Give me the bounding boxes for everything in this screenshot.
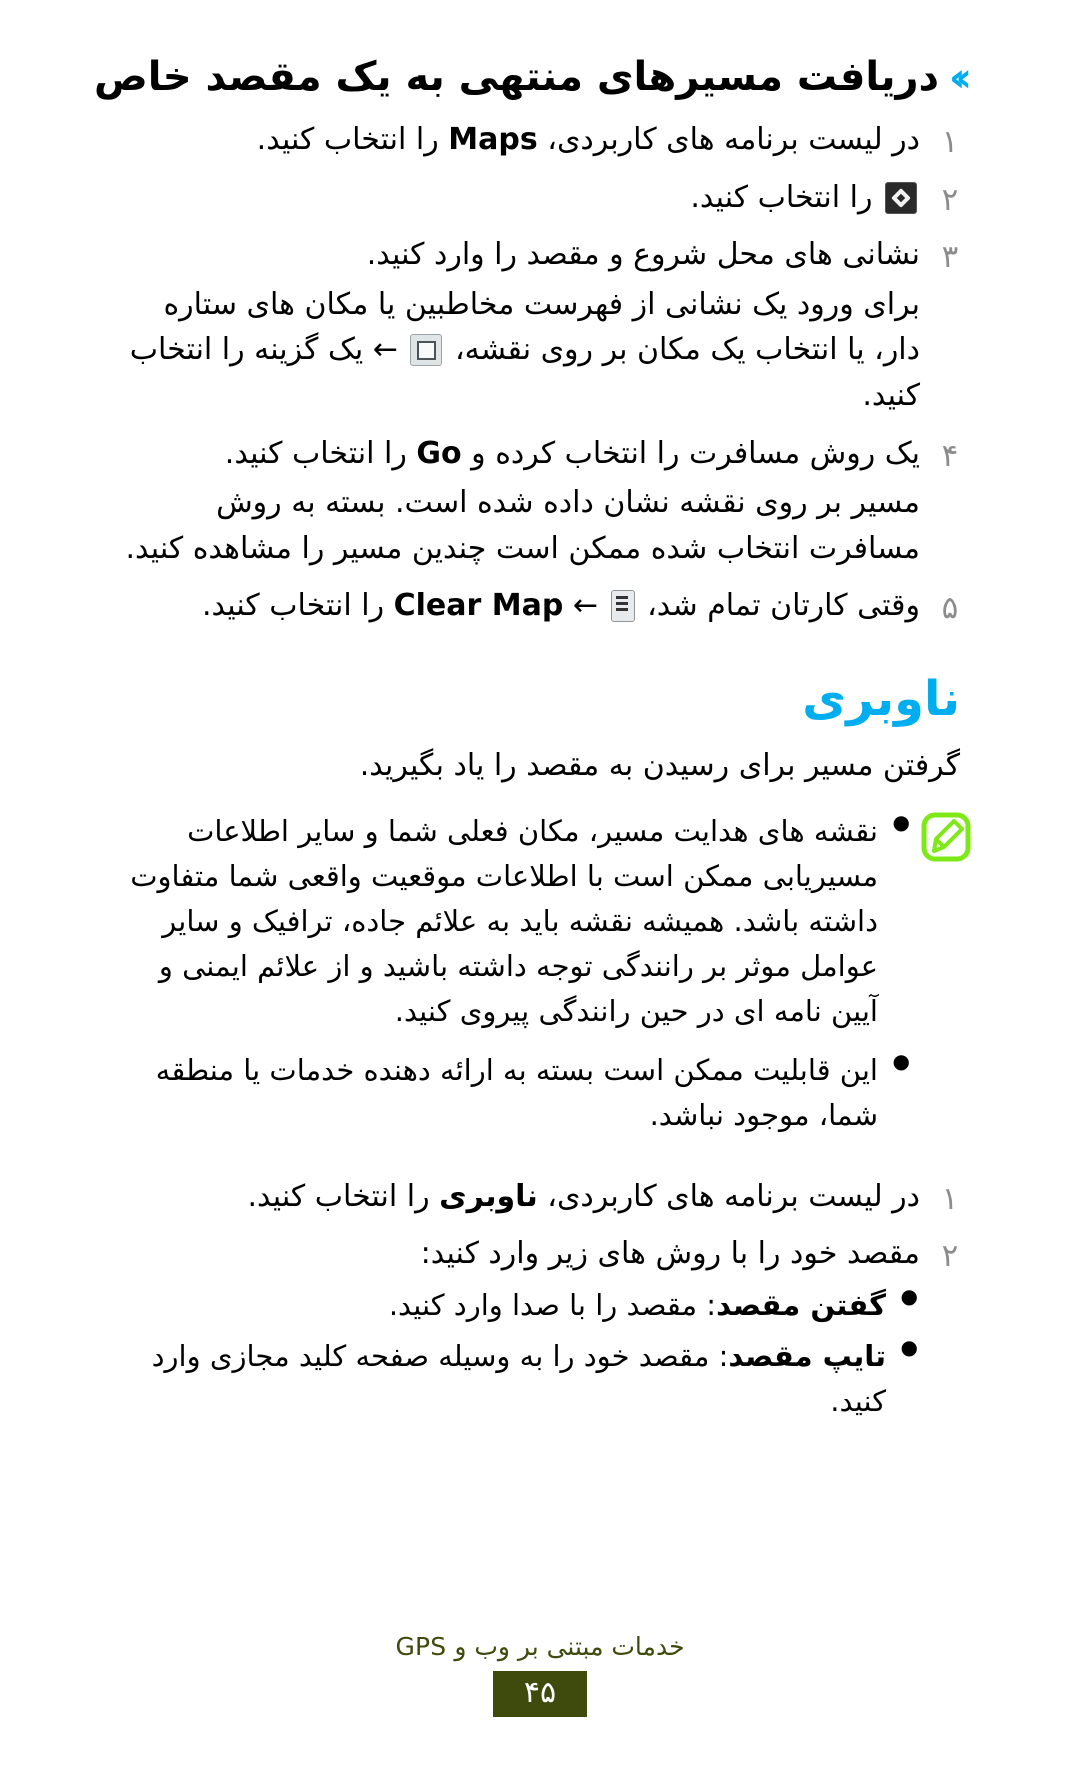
note-block: نقشه های هدایت مسیر، مکان فعلی شما و سای…	[0, 789, 1080, 1152]
step-bold-term[interactable]: Go	[416, 431, 461, 477]
step-item: ۲ مقصد خود را با روش های زیر وارد کنید: …	[0, 1231, 1080, 1429]
sub-item-label: تایپ مقصد	[728, 1338, 886, 1373]
step-number: ۲	[941, 1238, 959, 1275]
navigation-steps-list: ۱ در لیست برنامه های کاربردی، ناوبری را …	[0, 1174, 1080, 1430]
step-text-before: در لیست برنامه های کاربردی،	[547, 1178, 920, 1214]
chevron-double-left-icon: ››	[949, 55, 972, 101]
note-item: این قابلیت ممکن است بسته به ارائه دهنده …	[120, 1046, 912, 1152]
step-note-block: مسیر بر روی نقشه نشان داده شده است. بسته…	[120, 476, 920, 571]
step-text-before: مقصد خود را با روش های زیر وارد کنید:	[420, 1236, 920, 1272]
step-text-before: در لیست برنامه های کاربردی،	[547, 122, 920, 157]
footer-chapter-title: خدمات مبتنی بر وب و GPS	[395, 1631, 685, 1661]
step-note-line-2: شده ممکن است چندین مسیر را مشاهده کنید.	[125, 530, 708, 566]
menu-options-icon[interactable]	[610, 590, 635, 623]
manual-page: ››دریافت مسیرهای منتهی به یک مقصد خاص ۱ …	[0, 0, 1080, 1771]
step-number: ۴	[941, 437, 959, 474]
section-heading-navigation: ناوبری	[802, 670, 960, 727]
step-number: ۱	[941, 1180, 959, 1217]
navigation-arrow-icon[interactable]	[885, 181, 917, 214]
step-number: ۳	[941, 239, 959, 276]
step-extra-arrow: ←	[372, 332, 398, 368]
step-arrow: ←	[572, 588, 598, 624]
page-number-badge: ۴۵	[493, 1670, 587, 1717]
navigation-sub-list: گفتن مقصد: مقصد را با صدا وارد کنید. تای…	[120, 1281, 920, 1430]
step-bold-term[interactable]: ناوبری	[439, 1179, 538, 1214]
step-text-before: یک روش مسافرت را انتخاب کرده و	[471, 435, 920, 471]
sub-item-text: : مقصد را با صدا وارد کنید.	[388, 1287, 717, 1322]
step-text-before: نشانی های محل شروع و مقصد را وارد کنید.	[366, 237, 920, 273]
note-list: نقشه های هدایت مسیر، مکان فعلی شما و سای…	[120, 807, 912, 1152]
sub-item-label: گفتن مقصد	[716, 1287, 886, 1322]
steps-list: ۱ در لیست برنامه های کاربردی، Maps را ان…	[0, 117, 1080, 641]
page-footer: خدمات مبتنی بر وب و GPS ۴۵	[0, 1631, 1080, 1717]
step-text-after: را انتخاب کنید.	[224, 435, 407, 471]
step-item: ۴ یک روش مسافرت را انتخاب کرده و Go را ا…	[0, 431, 1080, 584]
page-title-text: دریافت مسیرهای منتهی به یک مقصد خاص	[93, 54, 940, 100]
step-number: ۵	[941, 590, 959, 627]
navigation-lead-text: گرفتن مسیر برای رسیدن به مقصد را یاد بگی…	[359, 747, 960, 783]
step-item: ۳ نشانی های محل شروع و مقصد را وارد کنید…	[0, 232, 1080, 430]
step-bold-term[interactable]: Clear Map	[394, 583, 564, 629]
step-text-after: را انتخاب کنید.	[690, 179, 873, 215]
sub-list-item: تایپ مقصد: مقصد خود را به وسیله صفحه کلی…	[120, 1332, 920, 1430]
step-text-after: را انتخاب کنید.	[247, 1178, 430, 1214]
page-title: ››دریافت مسیرهای منتهی به یک مقصد خاص	[0, 0, 1080, 103]
step-item: ۵ وقتی کارتان تمام شد، ← Clear Map را ان…	[0, 583, 1080, 641]
step-number: ۱	[941, 124, 959, 160]
step-item: ۱ در لیست برنامه های کاربردی، Maps را ان…	[0, 117, 1080, 175]
step-text-after: را انتخاب کنید.	[256, 122, 439, 157]
note-pencil-icon	[920, 811, 972, 863]
step-extra-block: برای ورود یک نشانی از فهرست مخاطبین یا م…	[120, 278, 920, 419]
step-item: ۱ در لیست برنامه های کاربردی، ناوبری را …	[0, 1174, 1080, 1232]
step-text-before: وقتی کارتان تمام شد،	[647, 588, 920, 624]
step-number: ۲	[941, 181, 959, 218]
sub-list-item: گفتن مقصد: مقصد را با صدا وارد کنید.	[120, 1281, 920, 1334]
step-bold-term[interactable]: Maps	[448, 117, 537, 163]
step-text-after: را انتخاب کنید.	[202, 588, 385, 624]
step-item: ۲ را انتخاب کنید.	[0, 175, 1080, 233]
map-layer-icon[interactable]	[410, 334, 443, 367]
note-item: نقشه های هدایت مسیر، مکان فعلی شما و سای…	[120, 807, 912, 1048]
